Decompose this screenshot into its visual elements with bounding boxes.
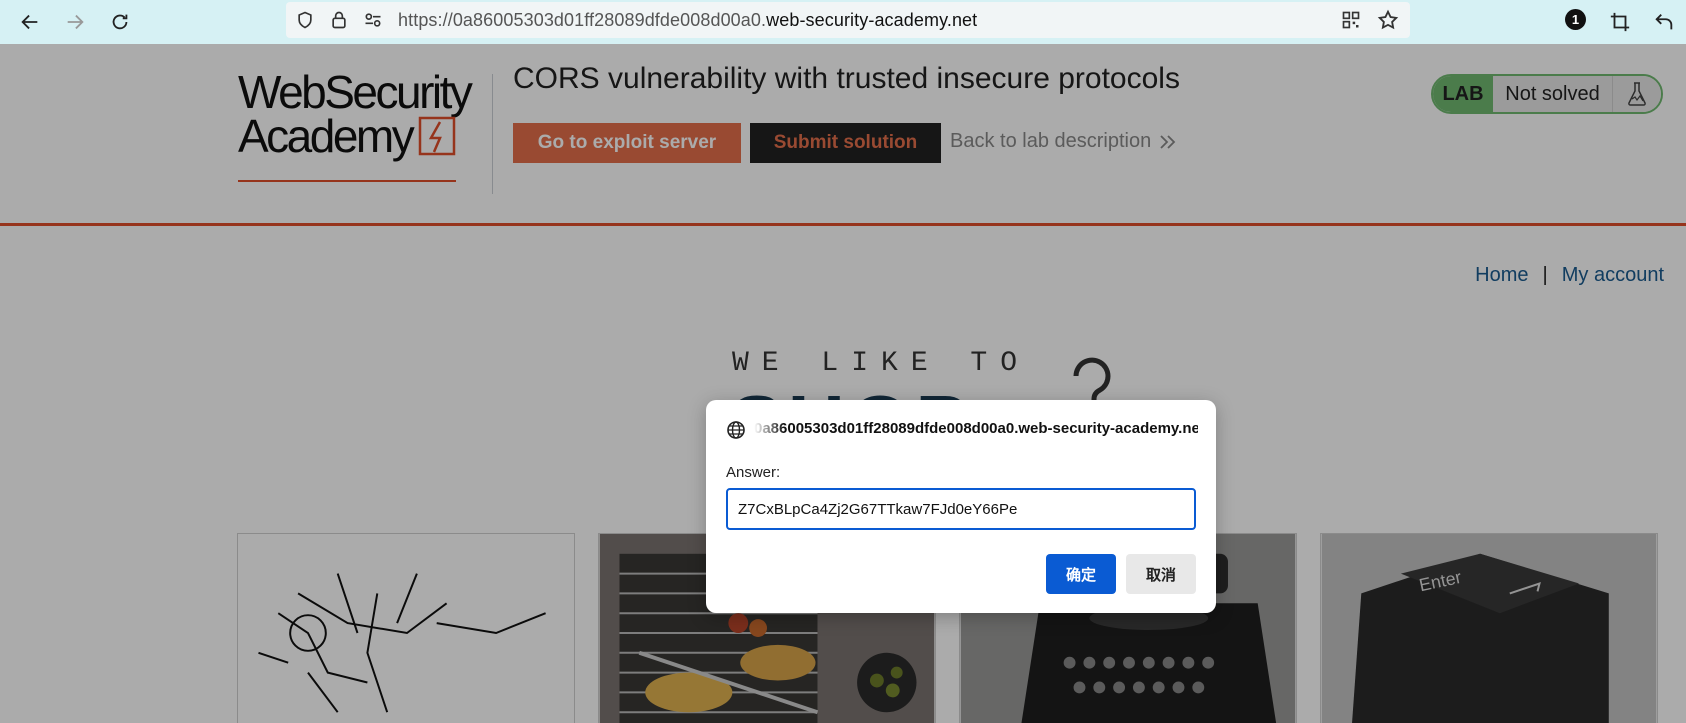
answer-input[interactable] [726, 488, 1196, 530]
lock-icon[interactable] [328, 9, 350, 31]
crop-icon[interactable] [1605, 7, 1635, 37]
back-arrow-icon[interactable] [15, 7, 45, 37]
forward-arrow-icon[interactable] [60, 7, 90, 37]
answer-label: Answer: [726, 464, 781, 481]
qr-code-icon[interactable] [1340, 9, 1362, 31]
browser-toolbar: https://0a86005303d01ff28089dfde008d00a0… [0, 0, 1686, 44]
modal-overlay [0, 44, 1686, 723]
reload-icon[interactable] [105, 7, 135, 37]
dialog-origin-host: 0a86005303d01ff28089dfde008d00a0.web-sec… [754, 420, 1198, 437]
globe-icon [727, 421, 745, 439]
ok-button[interactable]: 确定 [1046, 554, 1116, 594]
address-bar[interactable]: https://0a86005303d01ff28089dfde008d00a0… [286, 2, 1410, 38]
prompt-dialog: 0a86005303d01ff28089dfde008d00a0.web-sec… [706, 400, 1216, 613]
site-settings-icon[interactable] [362, 9, 384, 31]
url-prefix: https://0a86005303d01ff28089dfde008d00a0… [398, 10, 767, 30]
undo-icon[interactable] [1649, 7, 1679, 37]
url-text[interactable]: https://0a86005303d01ff28089dfde008d00a0… [398, 10, 977, 31]
bookmark-star-icon[interactable] [1377, 9, 1399, 31]
url-domain: web-security-academy.net [766, 10, 978, 30]
shield-icon[interactable] [294, 9, 316, 31]
cancel-button[interactable]: 取消 [1126, 554, 1196, 594]
extension-badge[interactable]: 1 [1565, 9, 1586, 30]
